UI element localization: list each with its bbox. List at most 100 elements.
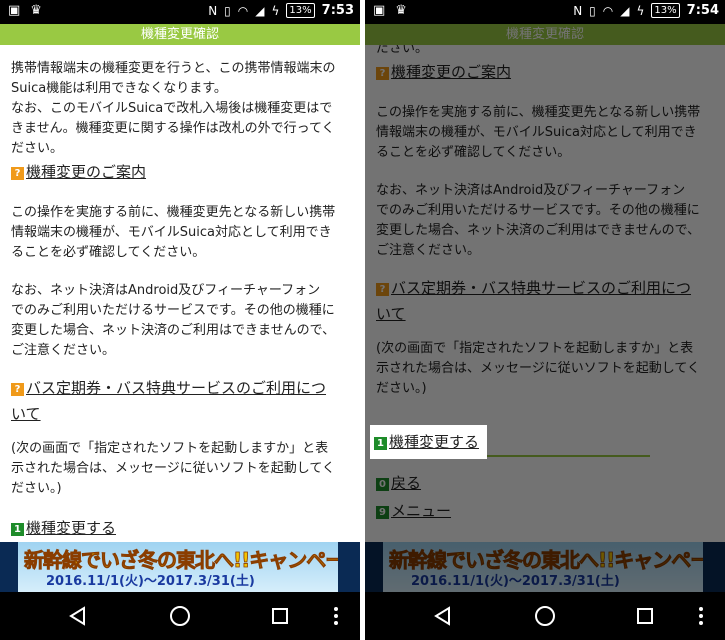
charging-icon: ϟ [636,3,645,18]
android-nav-bar [0,592,360,640]
text-line: でのみご利用いただけるサービスです。その他の機種に [376,203,700,218]
campaign-banner[interactable]: 新幹線でいざ冬の東北へ!!キャンペーン 2016.11/1(火)〜2017.3/… [0,542,360,592]
text-line: 示された場合は、メッセージに従いソフトを起動してく [11,461,335,476]
banner-headline: 新幹線でいざ冬の東北へ!!キャンペーン [24,548,338,573]
model-change-link[interactable]: 1 機種変更する [11,515,349,541]
home-circle-icon[interactable] [533,604,557,628]
clock: 7:53 [321,3,354,18]
nfc-icon: N [573,3,583,18]
status-bar: ▣ ♛ N ▯ ◠ ◢ ϟ 13% 7:54 [365,0,725,24]
content-area[interactable]: 携帯情報端末の機種変更を行うと、この携帯情報端末の Suica機能は利用できなく… [0,45,360,544]
number-1-icon: 1 [11,523,24,536]
heading-label: バス定期券・バス特典サービスのご利用につ [26,379,327,397]
heading-label: いて [376,305,406,323]
banner-date: 2016.11/1(火)〜2017.3/31(土) [46,574,255,589]
section-heading-bus-pass[interactable]: ? バス定期券・バス特典サービスのご利用につ いて [11,375,349,427]
clock: 7:54 [686,3,719,18]
wifi-icon: ◠ [237,3,249,18]
question-icon: ? [11,167,24,180]
paragraph: (次の画面で「指定されたソフトを起動しますか」と表 示された場合は、メッセージに… [376,339,714,399]
wifi-icon: ◠ [602,3,614,18]
vibrate-icon: ▯ [589,3,596,18]
text-line: 示された場合は、メッセージに従いソフトを起動してく [376,361,700,376]
question-icon: ? [11,383,24,396]
question-icon: ? [376,67,389,80]
text-line: 携帯情報端末の機種変更を行うと、この携帯情報端末の [11,61,336,76]
signal-icon: ◢ [255,3,265,18]
overflow-dots-icon[interactable] [695,604,707,628]
menu-link[interactable]: 9 メニュー [376,497,714,525]
section-heading-model-change[interactable]: ? 機種変更のご案内 [11,159,349,185]
campaign-banner[interactable]: 新幹線でいざ冬の東北へ!!キャンペーン 2016.11/1(火)〜2017.3/… [365,542,725,592]
link-label: メニュー [391,502,452,520]
text-line: ご注意ください。 [376,243,481,258]
text-line: 変更した場合、ネット決済のご利用はできませんので、 [376,223,701,238]
text-line: ださい。 [376,45,429,56]
battery-indicator: 13% [286,3,315,18]
android-nav-bar [365,592,725,640]
heading-label: いて [11,405,41,423]
app-notification-icon: ♛ [30,3,42,18]
number-0-icon: 0 [376,478,389,491]
content-area[interactable]: ださい。 ? 機種変更のご案内 この操作を実施する前に、機種変更先となる新しい携帯… [365,45,725,544]
number-1-icon: 1 [374,437,387,450]
vibrate-icon: ▯ [224,3,231,18]
text-line: なお、ネット決済はAndroid及びフィーチャーフォン [11,283,321,298]
text-line: なお、ネット決済はAndroid及びフィーチャーフォン [376,183,686,198]
text-line: Suica機能は利用できなくなります。 [11,81,227,96]
back-triangle-icon[interactable] [66,604,90,628]
section-heading-bus-pass[interactable]: ? バス定期券・バス特典サービスのご利用につ いて [376,275,714,327]
link-label: 機種変更する [389,433,480,451]
intro-text: 携帯情報端末の機種変更を行うと、この携帯情報端末の Suica機能は利用できなく… [11,59,349,159]
paragraph: この操作を実施する前に、機種変更先となる新しい携帯 情報端末の機種が、モバイルS… [376,103,714,163]
back-triangle-icon[interactable] [431,604,455,628]
banner-date: 2016.11/1(火)〜2017.3/31(土) [411,574,620,589]
page-title: 機種変更確認 [0,24,360,45]
text-line: でのみご利用いただけるサービスです。その他の機種に [11,303,335,318]
charging-icon: ϟ [271,3,280,18]
question-icon: ? [376,283,389,296]
battery-indicator: 13% [651,3,680,18]
number-9-icon: 9 [376,506,389,519]
banner-headline: 新幹線でいざ冬の東北へ!!キャンペーン [389,548,703,573]
text-line: ご注意ください。 [11,343,116,358]
section-heading-model-change[interactable]: ? 機種変更のご案内 [376,59,714,85]
link-label: 戻る [391,474,422,492]
text-line: ださい。) [376,381,427,396]
phone-screen-left: ▣ ♛ N ▯ ◠ ◢ ϟ 13% 7:53 機種変更確認 携帯情報端末の機種変… [0,0,360,640]
text-line: 変更した場合、ネット決済のご利用はできませんので、 [11,323,336,338]
recents-square-icon[interactable] [633,604,657,628]
text-line: ることを必ず確認してください。 [11,245,206,260]
text-line: この操作を実施する前に、機種変更先となる新しい携帯 [11,205,336,220]
paragraph: この操作を実施する前に、機種変更先となる新しい携帯 情報端末の機種が、モバイルS… [11,203,349,263]
heading-label: バス定期券・バス特典サービスのご利用につ [391,279,692,297]
text-line: きません。機種変更に関する操作は改札の外で行ってく [11,121,335,136]
overflow-dots-icon[interactable] [330,604,342,628]
status-bar: ▣ ♛ N ▯ ◠ ◢ ϟ 13% 7:53 [0,0,360,24]
text-line: なお、このモバイルSuicaで改札入場後は機種変更はで [11,101,333,116]
heading-label: 機種変更のご案内 [26,163,147,181]
text-line: (次の画面で「指定されたソフトを起動しますか」と表 [11,441,329,456]
text-line: 情報端末の機種が、モバイルSuica対応として利用でき [11,225,332,240]
paragraph: (次の画面で「指定されたソフトを起動しますか」と表 示された場合は、メッセージに… [11,439,349,499]
page-title: 機種変更確認 [365,24,725,45]
highlighted-model-change-link[interactable]: 1 機種変更する [370,425,498,459]
signal-icon: ◢ [620,3,630,18]
text-line: ださい。 [11,141,64,156]
recents-square-icon[interactable] [268,604,292,628]
link-label: 機種変更する [26,519,117,537]
paragraph: なお、ネット決済はAndroid及びフィーチャーフォン でのみご利用いただけるサ… [376,181,714,261]
app-notification-icon: ♛ [395,3,407,18]
text-line: (次の画面で「指定されたソフトを起動しますか」と表 [376,341,694,356]
text-line: ださい。) [11,481,62,496]
paragraph: なお、ネット決済はAndroid及びフィーチャーフォン でのみご利用いただけるサ… [11,281,349,361]
text-line: ることを必ず確認してください。 [376,145,571,160]
heading-label: 機種変更のご案内 [391,63,512,81]
phone-screen-right: ▣ ♛ N ▯ ◠ ◢ ϟ 13% 7:54 機種変更確認 ださい。 ? 機種変更… [365,0,725,640]
image-notification-icon: ▣ [373,3,386,18]
back-link[interactable]: 0 戻る [376,469,714,497]
image-notification-icon: ▣ [8,3,21,18]
nfc-icon: N [208,3,218,18]
text-line: この操作を実施する前に、機種変更先となる新しい携帯 [376,105,701,120]
home-circle-icon[interactable] [168,604,192,628]
